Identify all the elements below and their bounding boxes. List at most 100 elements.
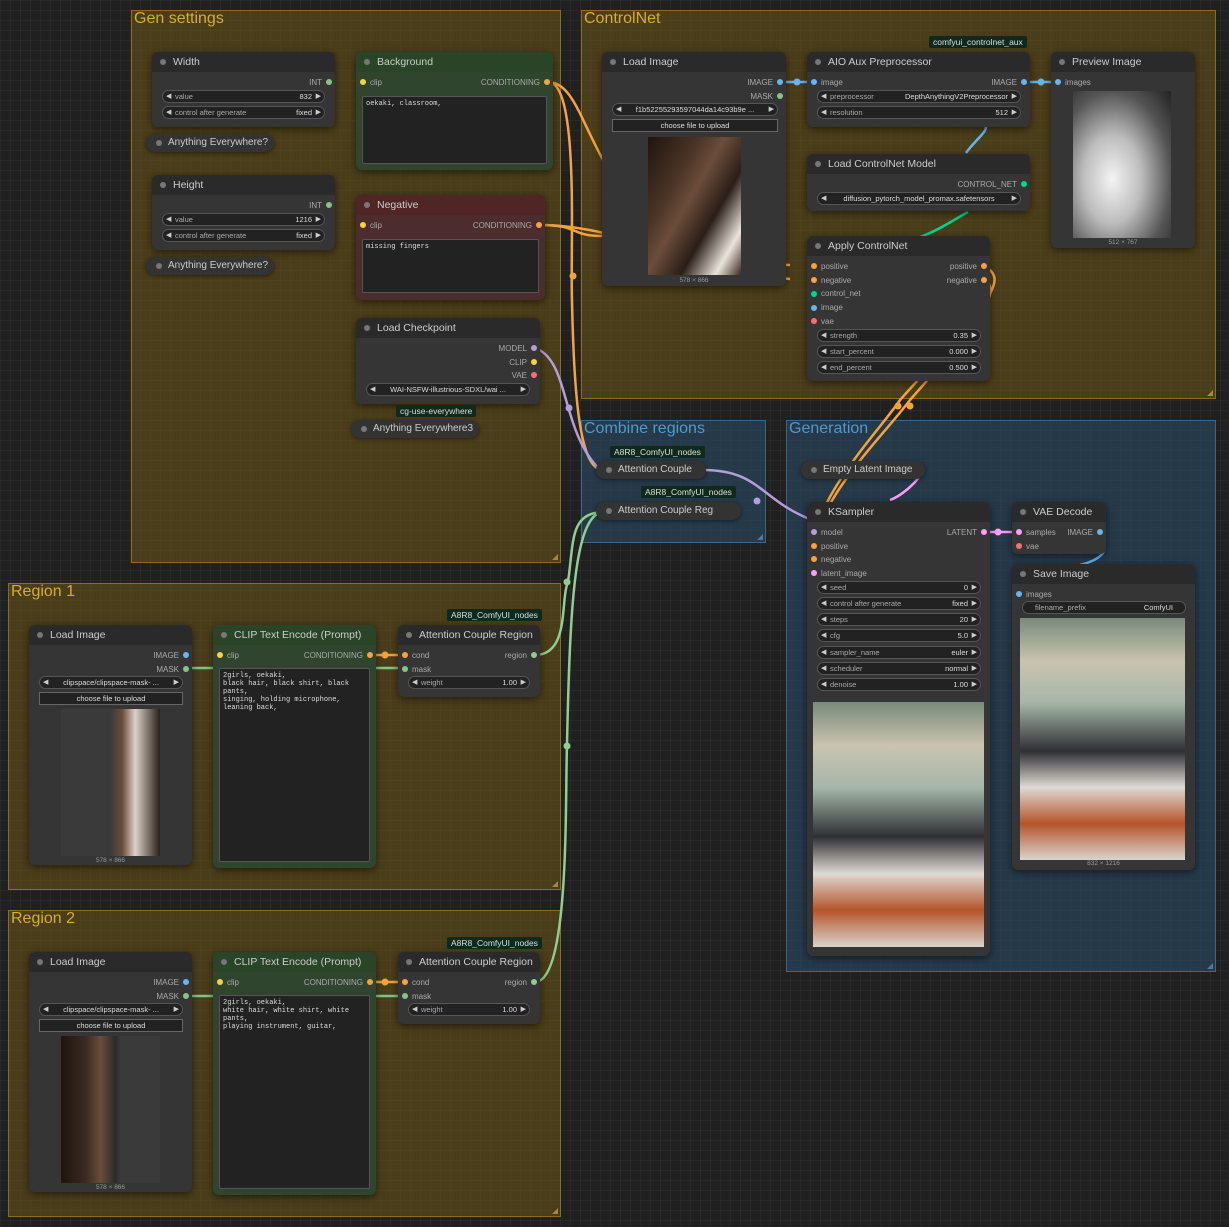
output-region-port[interactable] <box>531 652 537 658</box>
start-percent-widget[interactable]: ◀ start_percent 0.000 ▶ <box>817 345 981 358</box>
load-checkpoint-node[interactable]: Load Checkpoint MODEL CLIP VAE ◀ WAI-NSFW… <box>356 318 540 404</box>
input-cond-port[interactable] <box>402 979 408 985</box>
output-image-port[interactable] <box>183 652 189 658</box>
steps-widget[interactable]: ◀ steps 20 ▶ <box>817 613 981 626</box>
cfg-widget[interactable]: ◀ cfg 5.0 ▶ <box>817 629 981 642</box>
output-control-net-port[interactable] <box>1021 181 1027 187</box>
preprocessor-widget[interactable]: ◀ preprocessor DepthAnythingV2Preprocessor… <box>817 90 1021 103</box>
attention-couple-node[interactable]: Attention Couple <box>596 461 706 479</box>
output-latent-port[interactable] <box>981 529 987 535</box>
choose-file-button[interactable]: choose file to upload <box>612 119 778 132</box>
negative-prompt-node[interactable]: Negative clip CONDITIONING missing finge… <box>356 195 545 300</box>
vae-decode-node[interactable]: VAE Decode samples vae IMAGE <box>1012 502 1106 554</box>
input-negative-port[interactable] <box>811 277 817 283</box>
output-image-port[interactable] <box>183 979 189 985</box>
output-mask-port[interactable] <box>183 666 189 672</box>
sampler-name-widget[interactable]: ◀ sampler_name euler ▶ <box>817 646 981 659</box>
prompt-textarea[interactable]: missing fingers <box>362 239 539 293</box>
value-widget[interactable]: ◀ value 1216 ▶ <box>162 213 325 226</box>
denoise-widget[interactable]: ◀ denoise 1.00 ▶ <box>817 678 981 691</box>
anything-everywhere3-node[interactable]: Anything Everywhere3 <box>351 420 479 438</box>
control-after-generate-widget[interactable]: ◀ control after generate fixed ▶ <box>817 597 981 610</box>
ksampler-node[interactable]: KSampler model positive negative latent_… <box>807 502 990 956</box>
scheduler-widget[interactable]: ◀ scheduler normal ▶ <box>817 662 981 675</box>
output-vae-port[interactable] <box>531 372 537 378</box>
input-model-port[interactable] <box>811 529 817 535</box>
output-mask-port[interactable] <box>183 993 189 999</box>
control-after-generate-widget[interactable]: ◀ control after generate fixed ▶ <box>162 229 325 242</box>
image-file-widget[interactable]: ◀ clipspace/clipspace-mask- ... ▶ <box>39 1003 183 1016</box>
output-image-port[interactable] <box>1021 79 1027 85</box>
width-node[interactable]: Width INT ◀ value 832 ▶ ◀ control after gene… <box>152 52 335 127</box>
control-net-name-widget[interactable]: ◀ diffusion_pytorch_model_promax.safetens… <box>817 192 1021 205</box>
cn-load-image-node[interactable]: Load Image IMAGE MASK ◀ f1b52255293597044… <box>602 52 786 286</box>
end-percent-widget[interactable]: ◀ end_percent 0.500 ▶ <box>817 361 981 374</box>
input-mask-port[interactable] <box>402 993 408 999</box>
output-positive-port[interactable] <box>981 263 987 269</box>
input-clip-port[interactable] <box>217 652 223 658</box>
input-positive-port[interactable] <box>811 263 817 269</box>
region1-attention-couple-region-node[interactable]: Attention Couple Region cond mask region… <box>398 625 540 697</box>
region1-clip-text-encode-node[interactable]: CLIP Text Encode (Prompt) clip CONDITION… <box>213 625 376 868</box>
prompt-textarea[interactable]: 2girls, oekaki, black hair, black shirt,… <box>219 668 370 862</box>
output-negative-port[interactable] <box>981 277 987 283</box>
input-clip-port[interactable] <box>217 979 223 985</box>
height-node[interactable]: Height INT ◀ value 1216 ▶ ◀ control after ge… <box>152 175 335 250</box>
filename-prefix-widget[interactable]: filename_prefix ComfyUI <box>1022 601 1186 614</box>
input-latent-port[interactable] <box>811 570 817 576</box>
input-clip-port[interactable] <box>360 222 366 228</box>
group-combine-regions[interactable]: Combine regions <box>581 420 766 543</box>
output-conditioning-port[interactable] <box>367 979 373 985</box>
output-region-port[interactable] <box>531 979 537 985</box>
region2-clip-text-encode-node[interactable]: CLIP Text Encode (Prompt) clip CONDITION… <box>213 952 376 1195</box>
output-clip-port[interactable] <box>531 359 537 365</box>
input-clip-port[interactable] <box>360 79 366 85</box>
output-image-port[interactable] <box>1097 529 1103 535</box>
ckpt-name-widget[interactable]: ◀ WAI-NSFW-illustrious-SDXL/wai ... ▶ <box>366 383 530 396</box>
resolution-widget[interactable]: ◀ resolution 512 ▶ <box>817 106 1021 119</box>
aio-aux-preprocessor-node[interactable]: AIO Aux Preprocessor image IMAGE ◀ prepro… <box>807 52 1030 127</box>
region2-attention-couple-region-node[interactable]: Attention Couple Region cond mask region… <box>398 952 540 1024</box>
prompt-textarea[interactable]: oekaki, classroom, <box>362 96 547 164</box>
input-positive-port[interactable] <box>811 543 817 549</box>
control-after-generate-widget[interactable]: ◀ control after generate fixed ▶ <box>162 106 325 119</box>
prompt-textarea[interactable]: 2girls, oekaki, white hair, white shirt,… <box>219 995 370 1189</box>
output-image-port[interactable] <box>777 79 783 85</box>
input-images-port[interactable] <box>1055 79 1061 85</box>
anything-everywhere-node-2[interactable]: Anything Everywhere? <box>146 257 274 275</box>
input-vae-port[interactable] <box>811 318 817 324</box>
output-mask-port[interactable] <box>777 93 783 99</box>
attention-couple-reg-node[interactable]: Attention Couple Reg <box>596 502 741 520</box>
choose-file-button[interactable]: choose file to upload <box>39 1019 183 1032</box>
seed-widget[interactable]: ◀ seed 0 ▶ <box>817 581 981 594</box>
anything-everywhere-node-1[interactable]: Anything Everywhere? <box>146 134 274 152</box>
output-int-port[interactable] <box>326 202 332 208</box>
weight-widget[interactable]: ◀ weight 1.00 ▶ <box>408 676 530 689</box>
load-controlnet-model-node[interactable]: Load ControlNet Model CONTROL_NET ◀ diffu… <box>807 154 1030 211</box>
apply-controlnet-node[interactable]: Apply ControlNet positive negative contr… <box>807 236 990 381</box>
background-prompt-node[interactable]: Background clip CONDITIONING oekaki, cla… <box>356 52 553 170</box>
save-image-node[interactable]: Save Image images filename_prefix ComfyUI… <box>1012 564 1195 870</box>
empty-latent-image-node[interactable]: Empty Latent Image <box>801 461 925 479</box>
output-model-port[interactable] <box>531 345 537 351</box>
choose-file-button[interactable]: choose file to upload <box>39 692 183 705</box>
input-control-net-port[interactable] <box>811 291 817 297</box>
preview-image-node[interactable]: Preview Image images 512 × 767 <box>1051 52 1195 248</box>
region1-load-image-node[interactable]: Load Image IMAGE MASK ◀ clipspace/clipspa… <box>29 625 192 865</box>
image-file-widget[interactable]: ◀ clipspace/clipspace-mask- ... ▶ <box>39 676 183 689</box>
value-widget[interactable]: ◀ value 832 ▶ <box>162 90 325 103</box>
input-image-port[interactable] <box>811 305 817 311</box>
input-samples-port[interactable] <box>1016 529 1022 535</box>
input-negative-port[interactable] <box>811 556 817 562</box>
strength-widget[interactable]: ◀ strength 0.35 ▶ <box>817 329 981 342</box>
output-conditioning-port[interactable] <box>367 652 373 658</box>
image-file-widget[interactable]: ◀ f1b52255293597044da14c93b9e ... ▶ <box>612 103 778 116</box>
output-conditioning-port[interactable] <box>544 79 550 85</box>
input-images-port[interactable] <box>1016 591 1022 597</box>
input-cond-port[interactable] <box>402 652 408 658</box>
output-conditioning-port[interactable] <box>536 222 542 228</box>
output-int-port[interactable] <box>326 79 332 85</box>
weight-widget[interactable]: ◀ weight 1.00 ▶ <box>408 1003 530 1016</box>
input-vae-port[interactable] <box>1016 543 1022 549</box>
input-mask-port[interactable] <box>402 666 408 672</box>
